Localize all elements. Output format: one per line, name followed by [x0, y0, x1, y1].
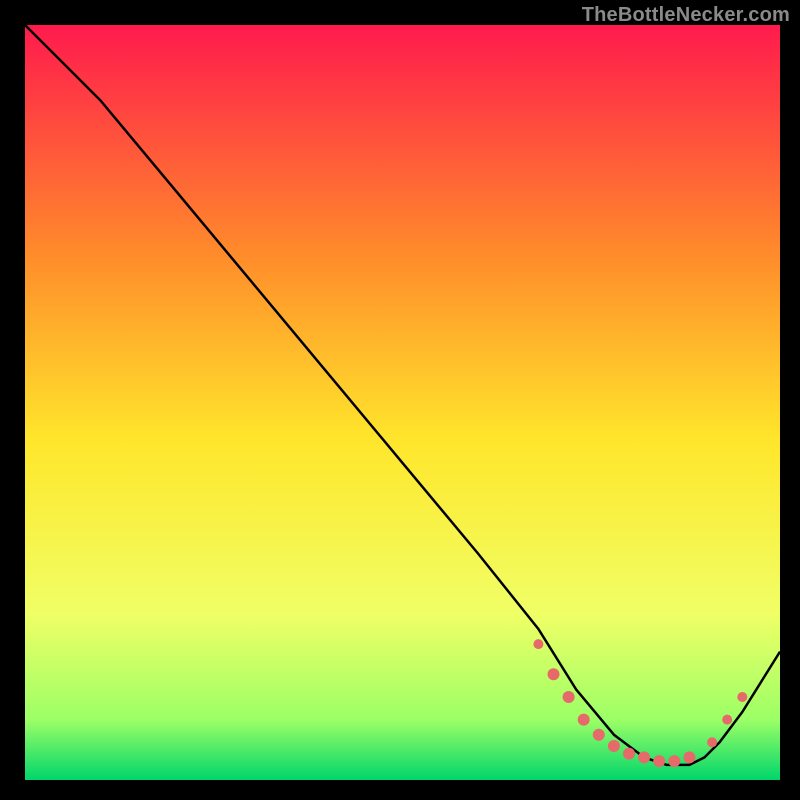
- curve-marker: [578, 714, 590, 726]
- curve-marker: [608, 740, 620, 752]
- curve-marker: [638, 751, 650, 763]
- curve-marker: [683, 751, 695, 763]
- curve-marker: [707, 737, 717, 747]
- curve-marker: [722, 715, 732, 725]
- curve-marker: [737, 692, 747, 702]
- curve-marker: [533, 639, 543, 649]
- curve-marker: [563, 691, 575, 703]
- curve-marker: [653, 755, 665, 767]
- chart-stage: TheBottleNecker.com: [0, 0, 800, 800]
- curve-marker: [548, 668, 560, 680]
- plot-background: [25, 25, 780, 780]
- curve-marker: [593, 729, 605, 741]
- curve-marker: [623, 748, 635, 760]
- watermark-label: TheBottleNecker.com: [582, 4, 790, 27]
- curve-marker: [668, 755, 680, 767]
- bottleneck-chart: [0, 0, 800, 800]
